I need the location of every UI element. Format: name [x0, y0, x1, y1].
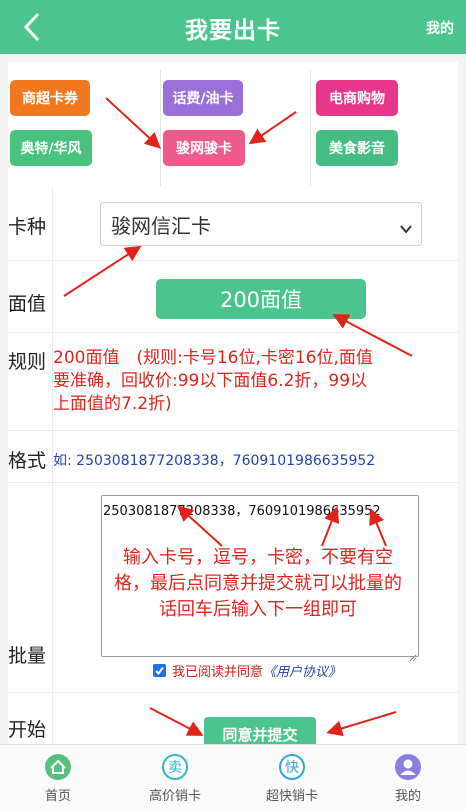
sell-form: 卡种 骏网信汇卡 面值 200面值 规则 200面值 (规则:卡号16位,卡密1…	[8, 186, 458, 751]
page-title: 我要出卡	[185, 18, 281, 44]
app-header: 我要出卡 我的	[0, 0, 466, 54]
tab-high-price-sell[interactable]: 卖 高价销卡	[117, 745, 233, 810]
user-icon	[394, 753, 422, 781]
user-agreement-link[interactable]: 《用户协议》	[263, 661, 341, 680]
divider	[310, 70, 311, 188]
batch-row: 批量 2503081877208338，7609101986635952 输入卡…	[8, 482, 458, 692]
tab-fast-sell[interactable]: 快 超快销卡	[234, 745, 350, 810]
category-button-5[interactable]: 美食影音	[316, 130, 398, 166]
batch-hint: 输入卡号，逗号，卡密，不要有空格，最后点同意并提交就可以批量的话回车后输入下一组…	[114, 547, 402, 620]
chevron-down-icon	[399, 217, 413, 234]
start-label: 开始	[8, 719, 47, 741]
rules-row: 规则 200面值 (规则:卡号16位,卡密16位,面值要准确，回收价:99以下面…	[8, 332, 458, 430]
batch-value: 2503081877208338，7609101986635952	[103, 504, 381, 519]
svg-text:快: 快	[285, 760, 299, 776]
category-button-4[interactable]: 骏网骏卡	[163, 130, 245, 166]
category-panel: 商超卡券 话费/油卡 电商购物 奥特/华风 骏网骏卡 美食影音	[8, 62, 458, 188]
batch-label: 批量	[8, 645, 47, 667]
face-value-label: 面值	[8, 293, 47, 315]
rules-label: 规则	[8, 351, 47, 373]
tab-home-label: 首页	[44, 789, 71, 804]
card-type-row: 卡种 骏网信汇卡	[8, 186, 458, 260]
format-row: 格式 如: 2503081877208338，7609101986635952	[8, 430, 458, 482]
svg-text:卖: 卖	[168, 760, 182, 776]
card-type-label: 卡种	[8, 216, 47, 238]
resize-grip-icon[interactable]	[409, 647, 417, 662]
face-value-button[interactable]: 200面值	[156, 279, 366, 319]
card-type-select[interactable]: 骏网信汇卡	[100, 202, 422, 246]
category-button-3[interactable]: 奥特/华风	[10, 130, 92, 166]
category-button-2[interactable]: 电商购物	[316, 80, 398, 116]
start-row: 开始 同意并提交	[8, 692, 458, 751]
tab-mine-label: 我的	[394, 789, 421, 804]
bottom-tab-bar: 首页 卖 高价销卡 快 超快销卡 我的	[0, 744, 466, 810]
tab-fast-label: 超快销卡	[265, 789, 318, 804]
category-button-1[interactable]: 话费/油卡	[163, 80, 243, 116]
format-label: 格式	[8, 450, 47, 472]
tab-high-price-label: 高价销卡	[148, 789, 201, 804]
header-mine-link[interactable]: 我的	[426, 18, 454, 38]
divider	[160, 70, 161, 188]
category-button-0[interactable]: 商超卡券	[10, 80, 90, 116]
format-example: 如: 2503081877208338，7609101986635952	[53, 453, 376, 469]
agreement: 我已阅读并同意 《用户协议》	[153, 661, 341, 680]
sell-icon: 卖	[161, 753, 189, 781]
card-type-value: 骏网信汇卡	[111, 214, 211, 238]
tab-mine[interactable]: 我的	[350, 745, 466, 810]
fast-icon: 快	[278, 753, 306, 781]
agree-checkbox[interactable]	[153, 664, 166, 677]
home-icon	[44, 753, 72, 781]
tab-home[interactable]: 首页	[0, 745, 116, 810]
face-value-row: 面值 200面值	[8, 260, 458, 332]
agree-text: 我已阅读并同意	[172, 665, 264, 680]
rules-text: 200面值 (规则:卡号16位,卡密16位,面值要准确，回收价:99以下面值6.…	[53, 348, 373, 414]
